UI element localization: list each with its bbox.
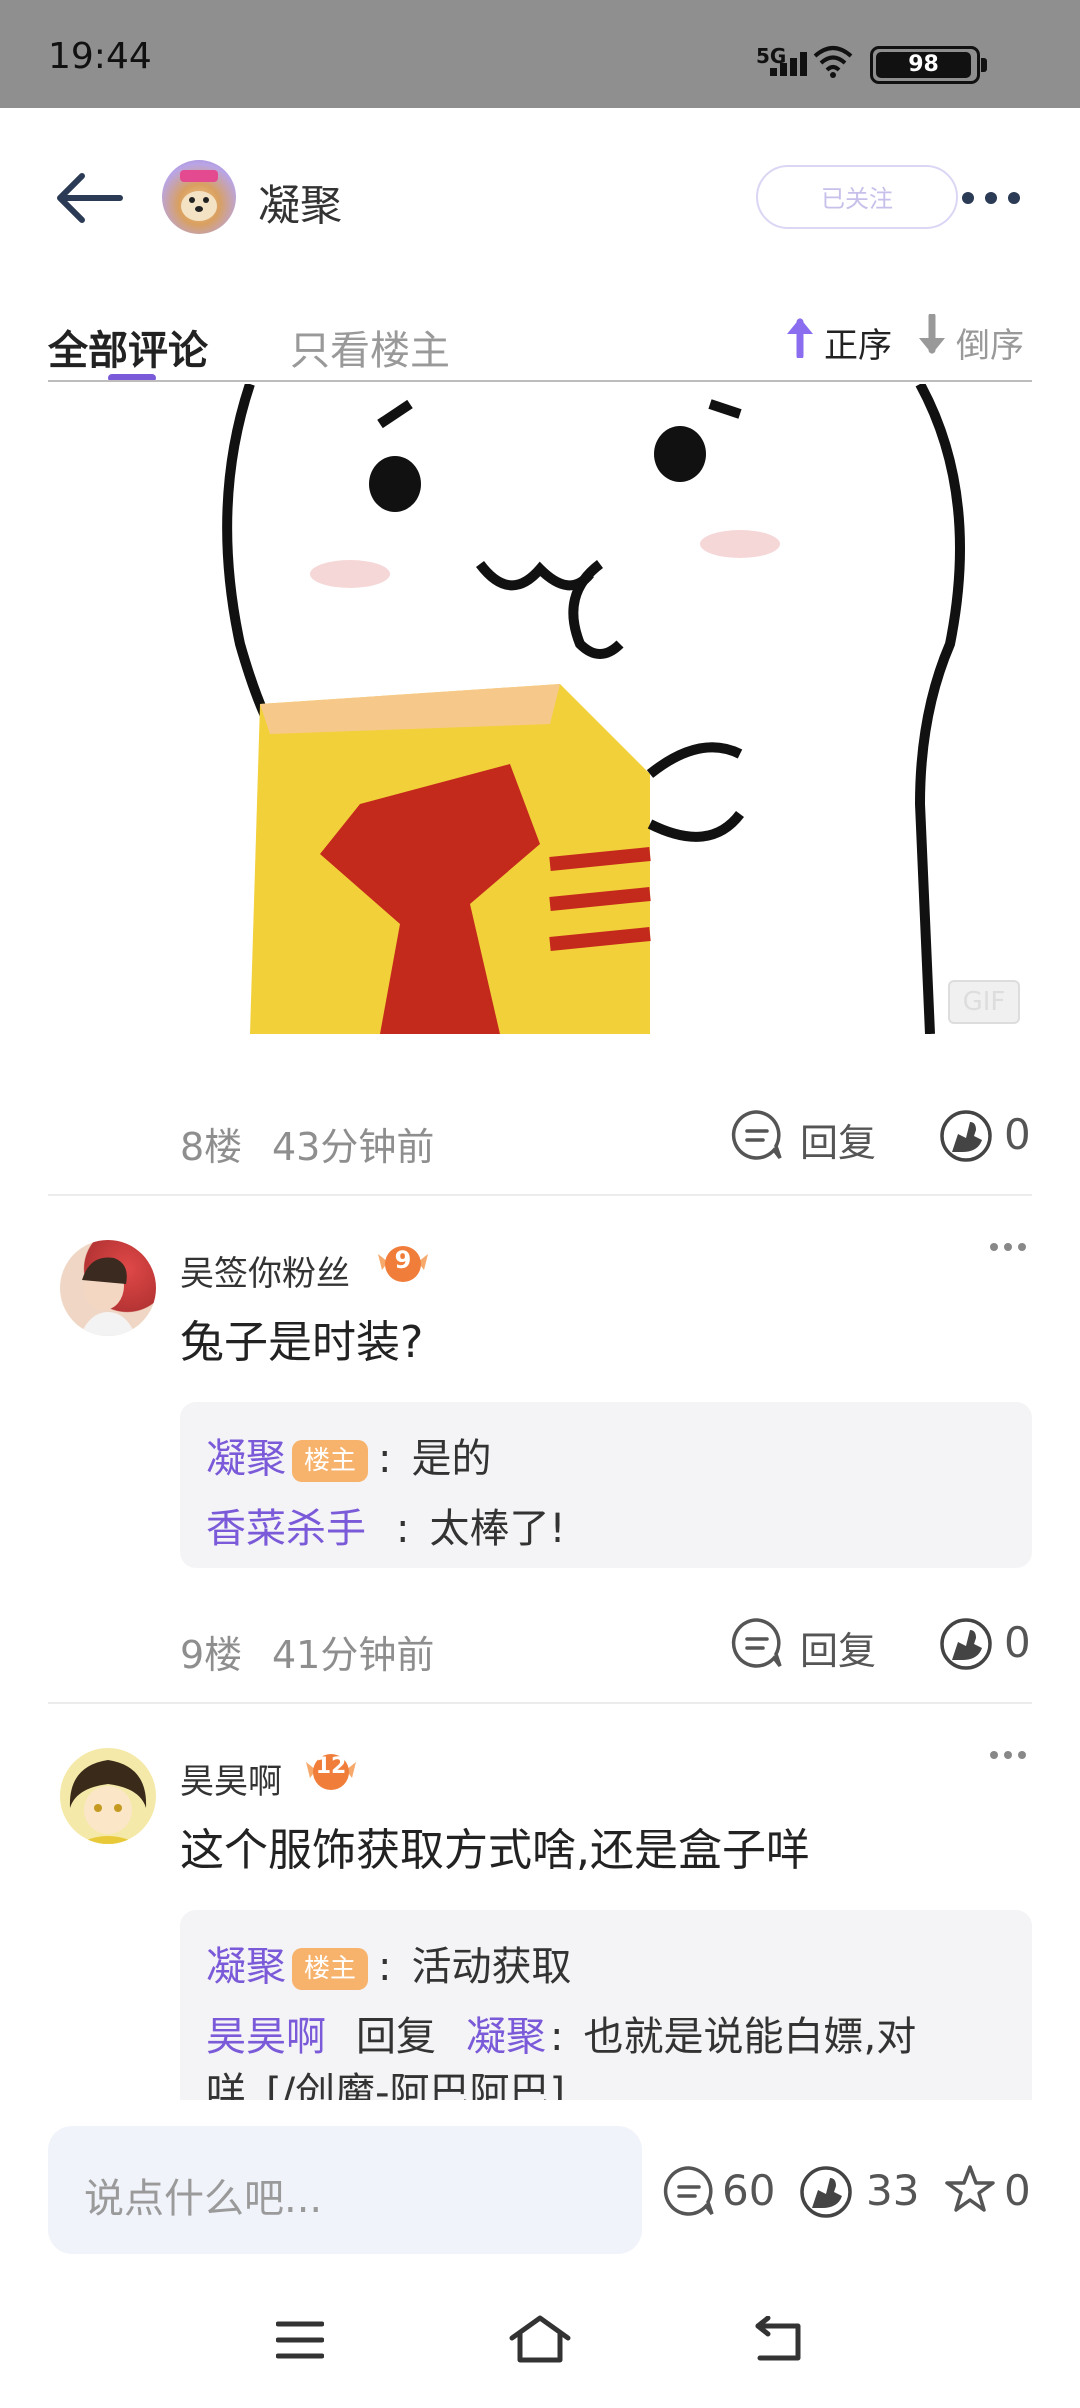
comment-divider bbox=[48, 1702, 1032, 1704]
post-gif-image[interactable]: GIF bbox=[180, 384, 1020, 1034]
comment-avatar[interactable] bbox=[60, 1748, 156, 1844]
reply-thread[interactable]: 凝聚 楼主: 是的 香菜杀手: 太棒了! bbox=[180, 1402, 1032, 1568]
level-number: 12 bbox=[315, 1754, 347, 1779]
reply-item: 凝聚 楼主: 活动获取 bbox=[206, 1934, 572, 1992]
reply-item: 昊昊啊 回复 凝聚: 也就是说能白嫖,对 bbox=[206, 2004, 916, 2062]
reply-author[interactable]: 香菜杀手 bbox=[206, 1506, 366, 1552]
reply-verb: 回复 bbox=[356, 2014, 436, 2060]
comment-avatar[interactable] bbox=[60, 1240, 156, 1336]
floor-number: 8楼 bbox=[180, 1125, 243, 1169]
battery-level: 98 bbox=[876, 52, 971, 78]
reply-text: 太棒了! bbox=[429, 1506, 566, 1552]
comment-username[interactable]: 昊昊啊 bbox=[180, 1754, 282, 1803]
comment-input[interactable]: 说点什么吧... bbox=[48, 2126, 642, 2254]
reply-button[interactable]: 回复 bbox=[800, 1620, 876, 1675]
comment-more-icon[interactable] bbox=[988, 1240, 1028, 1254]
comment-input-placeholder: 说点什么吧... bbox=[84, 2176, 323, 2222]
home-icon[interactable] bbox=[508, 2314, 572, 2364]
arrow-up-icon[interactable] bbox=[784, 314, 816, 358]
star-count: 0 bbox=[1004, 2166, 1031, 2215]
reply-item: 凝聚 楼主: 是的 bbox=[206, 1426, 492, 1484]
reply-author[interactable]: 凝聚 bbox=[206, 1436, 286, 1482]
reply-separator: : bbox=[550, 2014, 564, 2060]
comment-text: 兔子是时装? bbox=[180, 1317, 424, 1368]
tab-all-comments[interactable]: 全部评论 bbox=[48, 318, 208, 376]
status-bar: 19:44 5G 98 bbox=[0, 0, 1080, 108]
gif-label: GIF bbox=[962, 987, 1006, 1017]
header-title[interactable]: 凝聚 bbox=[258, 172, 342, 233]
signal-icon bbox=[770, 52, 810, 76]
like-count: 0 bbox=[1004, 1618, 1031, 1667]
reply-icon[interactable] bbox=[730, 1108, 784, 1162]
like-count: 0 bbox=[1004, 1110, 1031, 1159]
reply-button[interactable]: 回复 bbox=[800, 1112, 876, 1167]
back-nav-icon[interactable] bbox=[754, 2316, 806, 2364]
comment-more-icon[interactable] bbox=[988, 1748, 1028, 1762]
reply-author[interactable]: 昊昊啊 bbox=[206, 2014, 326, 2060]
like-count: 33 bbox=[866, 2166, 920, 2215]
tab-owner-only[interactable]: 只看楼主 bbox=[290, 318, 450, 376]
post-time: 43分钟前 bbox=[272, 1125, 435, 1169]
reply-author[interactable]: 凝聚 bbox=[206, 1944, 286, 1990]
reply-separator: : bbox=[396, 1506, 410, 1552]
comment-text: 这个服饰获取方式啥,还是盒子咩 bbox=[180, 1825, 810, 1876]
reply-text-continued: 咩_[/创魔-阿巴阿巴] bbox=[206, 2070, 566, 2100]
like-icon[interactable] bbox=[938, 1108, 994, 1164]
sort-ascending[interactable]: 正序 bbox=[824, 318, 892, 367]
back-arrow-icon[interactable] bbox=[54, 170, 124, 226]
gif-badge: GIF bbox=[948, 980, 1020, 1024]
reply-thread[interactable]: 凝聚 楼主: 活动获取 昊昊啊 回复 凝聚: 也就是说能白嫖,对 咩_[/创魔-阿巴阿巴] bbox=[180, 1910, 1032, 2100]
reply-separator: : bbox=[378, 1944, 392, 1990]
reply-text: 活动获取 bbox=[411, 1944, 572, 1990]
follow-button[interactable]: 已关注 bbox=[756, 165, 958, 229]
comment-divider bbox=[48, 1194, 1032, 1196]
comments-icon[interactable] bbox=[662, 2164, 716, 2218]
header-avatar[interactable] bbox=[162, 160, 236, 234]
level-badge: 9 bbox=[374, 1240, 432, 1286]
star-icon[interactable] bbox=[942, 2162, 998, 2218]
owner-tag: 楼主 bbox=[292, 1440, 369, 1482]
comment-time: 41分钟前 bbox=[272, 1633, 435, 1677]
reply-separator: : bbox=[378, 1436, 392, 1482]
reply-text: 是的 bbox=[411, 1436, 492, 1482]
reply-text: 也就是说能白嫖,对 bbox=[583, 2014, 917, 2060]
comment-count: 60 bbox=[722, 2166, 776, 2215]
level-badge: 12 bbox=[302, 1748, 360, 1794]
owner-tag: 楼主 bbox=[292, 1948, 369, 1990]
battery-icon: 98 bbox=[870, 46, 987, 84]
wifi-icon bbox=[813, 46, 853, 78]
tabs-divider bbox=[48, 380, 1032, 382]
floor-number: 9楼 bbox=[180, 1633, 243, 1677]
like-icon[interactable] bbox=[798, 2164, 854, 2220]
like-icon[interactable] bbox=[938, 1616, 994, 1672]
comment-username[interactable]: 吴签你粉丝 bbox=[180, 1246, 350, 1295]
reply-icon[interactable] bbox=[730, 1616, 784, 1670]
arrow-down-icon[interactable] bbox=[916, 314, 948, 358]
status-time: 19:44 bbox=[48, 36, 152, 77]
menu-icon[interactable] bbox=[276, 2320, 324, 2360]
level-number: 9 bbox=[394, 1246, 412, 1274]
reply-target[interactable]: 凝聚 bbox=[466, 2014, 546, 2060]
reply-item: 香菜杀手: 太棒了! bbox=[206, 1496, 566, 1554]
more-options-icon[interactable] bbox=[958, 186, 1024, 210]
sort-descending[interactable]: 倒序 bbox=[956, 318, 1024, 367]
